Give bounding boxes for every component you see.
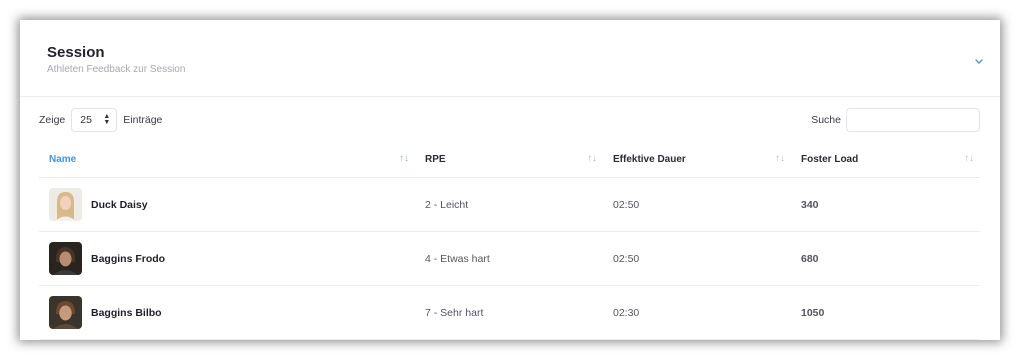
name-cell: Baggins Frodo	[39, 231, 415, 286]
search-control: Suche	[811, 107, 980, 133]
chevron-down-icon-svg	[975, 59, 983, 64]
load-cell: 680	[791, 231, 980, 286]
length-control: Zeige 25 ▲ ▼ Einträge	[39, 107, 162, 133]
search-label: Suche	[811, 114, 841, 126]
athlete-name[interactable]: Duck Daisy	[91, 199, 148, 211]
column-header-label: Foster Load	[801, 154, 859, 165]
show-prefix-label: Zeige	[39, 114, 66, 126]
session-card: Session Athleten Feedback zur Session Ze…	[20, 20, 1000, 340]
table-header-row: Name ↑↓ RPE ↑↓ Effektive Dauer ↑↓ Foster Lo…	[39, 142, 980, 178]
table-row[interactable]: Duck Daisy 2 - Leicht 02:50 340	[39, 177, 980, 232]
card-subtitle: Athleten Feedback zur Session	[47, 64, 186, 75]
load-cell: 340	[791, 177, 980, 232]
athlete-name[interactable]: Baggins Frodo	[91, 253, 165, 265]
rpe-cell: 2 - Leicht	[415, 177, 603, 232]
table-row[interactable]: Baggins Bilbo 7 - Sehr hart 02:30 1050	[39, 285, 980, 340]
duration-cell: 02:50	[603, 177, 791, 232]
column-header-label: RPE	[425, 154, 446, 165]
avatar	[49, 188, 82, 221]
page-length-value: 25	[80, 114, 92, 126]
rpe-cell: 7 - Sehr hart	[415, 285, 603, 340]
sort-icon: ↑↓	[775, 153, 785, 164]
search-input[interactable]	[846, 108, 980, 132]
avatar	[49, 242, 82, 275]
table-row[interactable]: Baggins Frodo 4 - Etwas hart 02:50 680	[39, 231, 980, 286]
duration-cell: 02:30	[603, 285, 791, 340]
sort-icon: ↑↓	[587, 153, 597, 164]
feedback-table: Name ↑↓ RPE ↑↓ Effektive Dauer ↑↓ Foster Lo…	[39, 142, 980, 340]
column-header-label: Name	[49, 154, 77, 165]
rpe-cell: 4 - Etwas hart	[415, 231, 603, 286]
name-cell: Baggins Bilbo	[39, 285, 415, 340]
duration-cell: 02:50	[603, 231, 791, 286]
chevron-down-icon[interactable]	[970, 52, 988, 70]
column-header-rpe[interactable]: RPE ↑↓	[415, 142, 603, 178]
column-header-label: Effektive Dauer	[613, 154, 686, 165]
avatar	[49, 296, 82, 329]
sort-icon: ↑↓	[399, 153, 409, 164]
column-header-name[interactable]: Name ↑↓	[39, 142, 415, 178]
load-cell: 1050	[791, 285, 980, 340]
card-title: Session	[47, 44, 105, 61]
page-length-select[interactable]: 25 ▲ ▼	[71, 108, 118, 132]
sort-icon: ↑↓	[964, 153, 974, 164]
athlete-name[interactable]: Baggins Bilbo	[91, 307, 162, 319]
select-updown-icon: ▲ ▼	[103, 113, 111, 126]
column-header-duration[interactable]: Effektive Dauer ↑↓	[603, 142, 791, 178]
show-suffix-label: Einträge	[123, 114, 163, 126]
name-cell: Duck Daisy	[39, 177, 415, 232]
card-header: Session Athleten Feedback zur Session	[20, 20, 1000, 97]
column-header-load[interactable]: Foster Load ↑↓	[791, 142, 980, 178]
